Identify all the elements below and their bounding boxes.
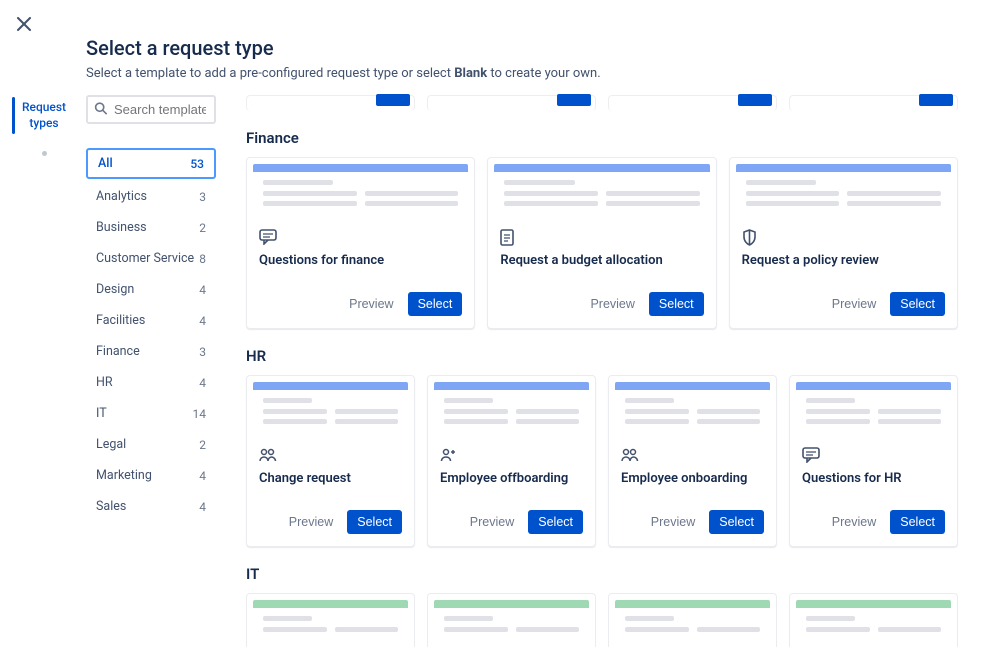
card-title: Questions for finance (259, 253, 462, 268)
preview-button[interactable]: Preview (824, 292, 884, 316)
preview-button[interactable]: Preview (582, 292, 642, 316)
select-button[interactable]: Select (408, 292, 463, 316)
preview-button[interactable]: Preview (281, 510, 341, 534)
close-icon (17, 17, 31, 31)
card-request-policy-review: Request a policy review Preview Select (729, 157, 958, 329)
person-plus-icon (440, 447, 583, 465)
hr-cards: Change request Preview Select Employee o… (246, 375, 958, 547)
card-title: Employee offboarding (440, 471, 583, 486)
select-button[interactable]: Select (347, 510, 402, 534)
card-title: Request a policy review (742, 253, 945, 268)
section-title-hr: HR (246, 347, 958, 365)
select-button[interactable]: Select (528, 510, 583, 534)
people-icon (259, 447, 402, 465)
finance-cards: Questions for finance Preview Select Req… (246, 157, 958, 329)
prev-section-bottom (246, 95, 958, 111)
category-marketing[interactable]: Marketing4 (86, 462, 216, 489)
section-title-it: IT (246, 565, 958, 583)
card-change-request: Change request Preview Select (246, 375, 415, 547)
select-button[interactable]: Select (890, 510, 945, 534)
rail-item-request-types[interactable]: Request types (14, 94, 74, 137)
category-finance[interactable]: Finance3 (86, 338, 216, 365)
category-sales[interactable]: Sales4 (86, 493, 216, 520)
category-legal[interactable]: Legal2 (86, 431, 216, 458)
category-list: All53 Analytics3 Business2 Customer Serv… (86, 148, 216, 520)
category-all[interactable]: All53 (86, 148, 216, 179)
people-icon (621, 447, 764, 465)
category-it[interactable]: IT14 (86, 400, 216, 427)
select-button[interactable]: Select (649, 292, 704, 316)
close-button[interactable] (12, 12, 36, 36)
chat-icon (802, 447, 945, 465)
preview-button[interactable]: Preview (462, 510, 522, 534)
section-title-finance: Finance (246, 129, 958, 147)
category-facilities[interactable]: Facilities4 (86, 307, 216, 334)
select-button[interactable]: Select (709, 510, 764, 534)
page-description: Select a template to add a pre-configure… (86, 66, 958, 81)
rail-item-placeholder[interactable] (42, 151, 47, 156)
preview-button[interactable]: Preview (824, 510, 884, 534)
card-title: Employee onboarding (621, 471, 764, 486)
card-questions-for-hr: Questions for HR Preview Select (789, 375, 958, 547)
card-title: Request a budget allocation (500, 253, 703, 268)
card-questions-for-finance: Questions for finance Preview Select (246, 157, 475, 329)
category-customer-service[interactable]: Customer Service8 (86, 245, 216, 272)
preview-button[interactable]: Preview (643, 510, 703, 534)
search-icon (94, 101, 107, 118)
document-icon (500, 229, 703, 247)
it-cards-cutoff (246, 593, 958, 647)
left-rail: Request types (14, 94, 74, 156)
select-button[interactable]: Select (890, 292, 945, 316)
content: Finance Questions for finance Preview Se… (246, 95, 958, 667)
preview-button[interactable]: Preview (341, 292, 401, 316)
card-employee-offboarding: Employee offboarding Preview Select (427, 375, 596, 547)
card-employee-onboarding: Employee onboarding Preview Select (608, 375, 777, 547)
category-hr[interactable]: HR4 (86, 369, 216, 396)
sidebar: All53 Analytics3 Business2 Customer Serv… (86, 95, 216, 667)
card-title: Change request (259, 471, 402, 486)
page-title: Select a request type (86, 36, 958, 60)
category-business[interactable]: Business2 (86, 214, 216, 241)
chat-icon (259, 229, 462, 247)
category-design[interactable]: Design4 (86, 276, 216, 303)
card-request-budget-allocation: Request a budget allocation Preview Sele… (487, 157, 716, 329)
category-analytics[interactable]: Analytics3 (86, 183, 216, 210)
card-title: Questions for HR (802, 471, 945, 486)
shield-icon (742, 229, 945, 247)
